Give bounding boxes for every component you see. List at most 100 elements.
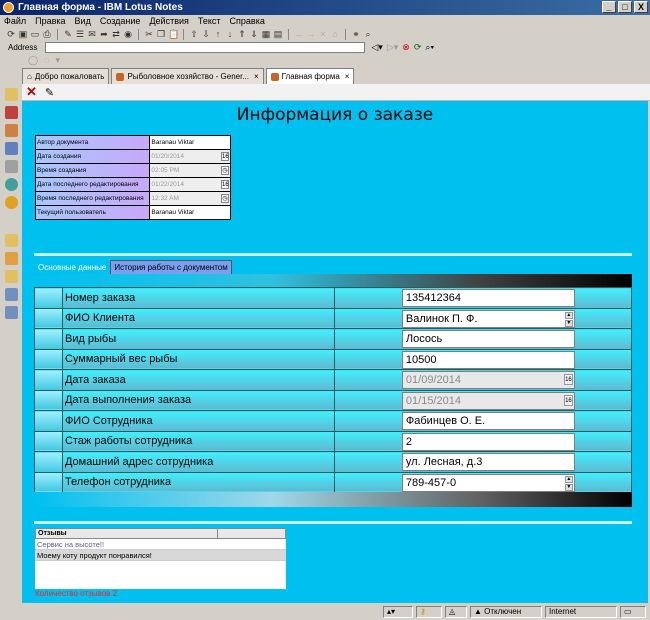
tab-main-form[interactable]: Главная форма × bbox=[265, 68, 355, 84]
menu-create[interactable]: Создание bbox=[100, 15, 141, 27]
mail-bookmark-icon[interactable] bbox=[5, 88, 18, 101]
spin-down-icon[interactable]: ▼ bbox=[564, 319, 573, 327]
meta-value[interactable]: Baranau Viktar bbox=[149, 205, 231, 220]
up-icon[interactable]: ↑ bbox=[213, 29, 223, 39]
list-item[interactable]: Моему коту продукт понравился! bbox=[35, 550, 286, 561]
nav-up-icon[interactable]: ⇑ bbox=[237, 29, 247, 39]
field-value: Валинок П. Ф. bbox=[405, 312, 478, 325]
dropdown-icon[interactable]: ▾ bbox=[55, 55, 60, 66]
chat-bookmark-icon[interactable] bbox=[5, 178, 18, 191]
folder-bookmark-icon[interactable] bbox=[5, 270, 18, 283]
refresh-icon[interactable]: ⟳ bbox=[6, 29, 16, 39]
close-icon[interactable]: × bbox=[345, 72, 350, 81]
copy-icon[interactable]: ❐ bbox=[156, 29, 166, 39]
frame-icon[interactable]: ▤ bbox=[273, 29, 283, 39]
calendar-bookmark-icon[interactable] bbox=[5, 106, 18, 119]
field-input[interactable]: 2 bbox=[401, 432, 575, 451]
layout-icon[interactable]: ▦ bbox=[261, 29, 271, 39]
sync-icon[interactable]: ◉ bbox=[123, 29, 133, 39]
field-input[interactable]: Валинок П. Ф. ▲ ▼ bbox=[401, 309, 575, 328]
meta-value[interactable]: Baranau Viktar bbox=[149, 135, 231, 150]
calendar-icon[interactable]: 16 bbox=[563, 394, 573, 406]
field-input[interactable]: 135412364 bbox=[401, 289, 575, 307]
table-row: Телефон сотрудника 789-457-0 ▲ ▼ bbox=[34, 471, 632, 493]
field-input[interactable]: Лосось bbox=[401, 330, 575, 348]
save-icon[interactable]: ▣ bbox=[18, 29, 28, 39]
comment-icon[interactable]: ◌ bbox=[44, 55, 49, 65]
address-input[interactable] bbox=[45, 42, 366, 53]
meta-value: 01/22/2014 16 bbox=[149, 177, 231, 192]
close-doc-icon[interactable]: ✕ bbox=[26, 84, 37, 100]
status-location[interactable]: Internet bbox=[545, 605, 617, 618]
inbox-icon[interactable]: ▭ bbox=[620, 605, 646, 618]
replicate-icon[interactable]: ⇄ bbox=[111, 29, 121, 39]
search-icon[interactable]: ⌕▾ bbox=[425, 42, 434, 53]
properties-icon[interactable]: ☰ bbox=[75, 29, 85, 39]
workspace-bookmark-icon[interactable] bbox=[5, 306, 18, 319]
signature-icon[interactable]: ◬ bbox=[445, 605, 467, 618]
field-input[interactable]: Фабинцев О. Е. bbox=[401, 412, 575, 430]
favorites-bookmark-icon[interactable] bbox=[5, 252, 18, 265]
tab-fishery-database[interactable]: Рыболовное хозяйство - Gener... × bbox=[111, 68, 264, 84]
menu-view[interactable]: Вид bbox=[75, 15, 91, 27]
edit-doc-icon[interactable]: ✎ bbox=[45, 86, 54, 99]
edit-icon[interactable]: ✎ bbox=[63, 29, 73, 39]
field-input[interactable]: 10500 bbox=[401, 350, 575, 369]
find-icon[interactable]: ⌕ bbox=[363, 29, 373, 39]
cut-icon[interactable]: ✂ bbox=[144, 29, 154, 39]
nav-down-icon[interactable]: ⇓ bbox=[249, 29, 259, 39]
replication-bookmark-icon[interactable] bbox=[5, 160, 18, 173]
menu-actions[interactable]: Действия bbox=[149, 15, 188, 27]
refresh-nav-icon[interactable]: ⟳ bbox=[414, 42, 422, 53]
open-icon[interactable]: ▭ bbox=[30, 29, 40, 39]
print-icon[interactable]: ⎙ bbox=[42, 29, 52, 39]
binoculars-icon[interactable]: ⚭ bbox=[351, 29, 361, 39]
menu-file[interactable]: Файл bbox=[4, 15, 26, 27]
maximize-button[interactable]: □ bbox=[618, 1, 632, 13]
people-bookmark-icon[interactable] bbox=[5, 196, 18, 209]
menu-help[interactable]: Справка bbox=[230, 15, 265, 27]
status-offline[interactable]: ▲ Отключен bbox=[470, 605, 542, 618]
field-value-cell: Валинок П. Ф. ▲ ▼ bbox=[401, 307, 632, 329]
calendar-icon[interactable]: 16 bbox=[221, 180, 229, 189]
tab-welcome[interactable]: ⌂ Добро пожаловать bbox=[22, 68, 110, 84]
stop-icon[interactable]: ⊗ bbox=[402, 42, 410, 53]
field-input[interactable]: ул. Лесная, д.3 bbox=[401, 453, 575, 471]
clock-icon[interactable]: ◷ bbox=[221, 194, 229, 203]
spin-up-icon[interactable]: ▲ bbox=[564, 475, 573, 483]
close-window-button[interactable]: X bbox=[634, 1, 648, 13]
minimize-button[interactable]: _ bbox=[602, 1, 616, 13]
status-arrows[interactable]: ▴▾ bbox=[383, 605, 413, 618]
contacts-bookmark-icon[interactable] bbox=[5, 124, 18, 137]
spin-buttons[interactable]: ▲ ▼ bbox=[564, 475, 573, 491]
spin-buttons[interactable]: ▲ ▼ bbox=[564, 311, 573, 327]
databases-bookmark-icon[interactable] bbox=[5, 234, 18, 247]
forward-icon[interactable]: ➦ bbox=[99, 29, 109, 39]
chat-icon[interactable]: ◯ bbox=[28, 55, 38, 66]
menu-text[interactable]: Текст bbox=[198, 15, 221, 27]
spin-down-icon[interactable]: ▼ bbox=[564, 483, 573, 491]
back-icon[interactable]: ◁▾ bbox=[371, 42, 382, 53]
spin-up-icon[interactable]: ▲ bbox=[564, 311, 573, 319]
close-icon[interactable]: × bbox=[254, 72, 259, 81]
collapse-icon[interactable]: ⇩ bbox=[201, 29, 211, 39]
menu-edit[interactable]: Правка bbox=[35, 15, 65, 27]
list-item[interactable]: Сервис на высоте!! bbox=[35, 539, 286, 550]
tab-document-history[interactable]: История работы с документом bbox=[110, 260, 232, 274]
todo-bookmark-icon[interactable] bbox=[5, 142, 18, 155]
calendar-icon[interactable]: 16 bbox=[563, 374, 573, 385]
key-icon[interactable]: ⚷ bbox=[416, 605, 442, 618]
field-value: Лосось bbox=[405, 333, 443, 345]
apps-bookmark-icon[interactable] bbox=[5, 288, 18, 301]
field-label: Стаж работы сотрудника bbox=[61, 430, 335, 452]
field-input[interactable]: 789-457-0 ▲ ▼ bbox=[401, 473, 575, 492]
tab-main-data[interactable]: Основные данные bbox=[34, 260, 111, 274]
mail-icon[interactable]: ✉ bbox=[87, 29, 97, 39]
expand-icon[interactable]: ⇧ bbox=[189, 29, 199, 39]
clock-icon[interactable]: ◷ bbox=[221, 166, 229, 175]
paste-icon[interactable]: 📋 bbox=[168, 29, 179, 39]
calendar-icon[interactable]: 16 bbox=[221, 152, 229, 161]
forward-icon-nav[interactable]: ▷▾ bbox=[387, 42, 398, 53]
spacer-cell bbox=[333, 348, 402, 370]
down-icon[interactable]: ↓ bbox=[225, 29, 235, 39]
